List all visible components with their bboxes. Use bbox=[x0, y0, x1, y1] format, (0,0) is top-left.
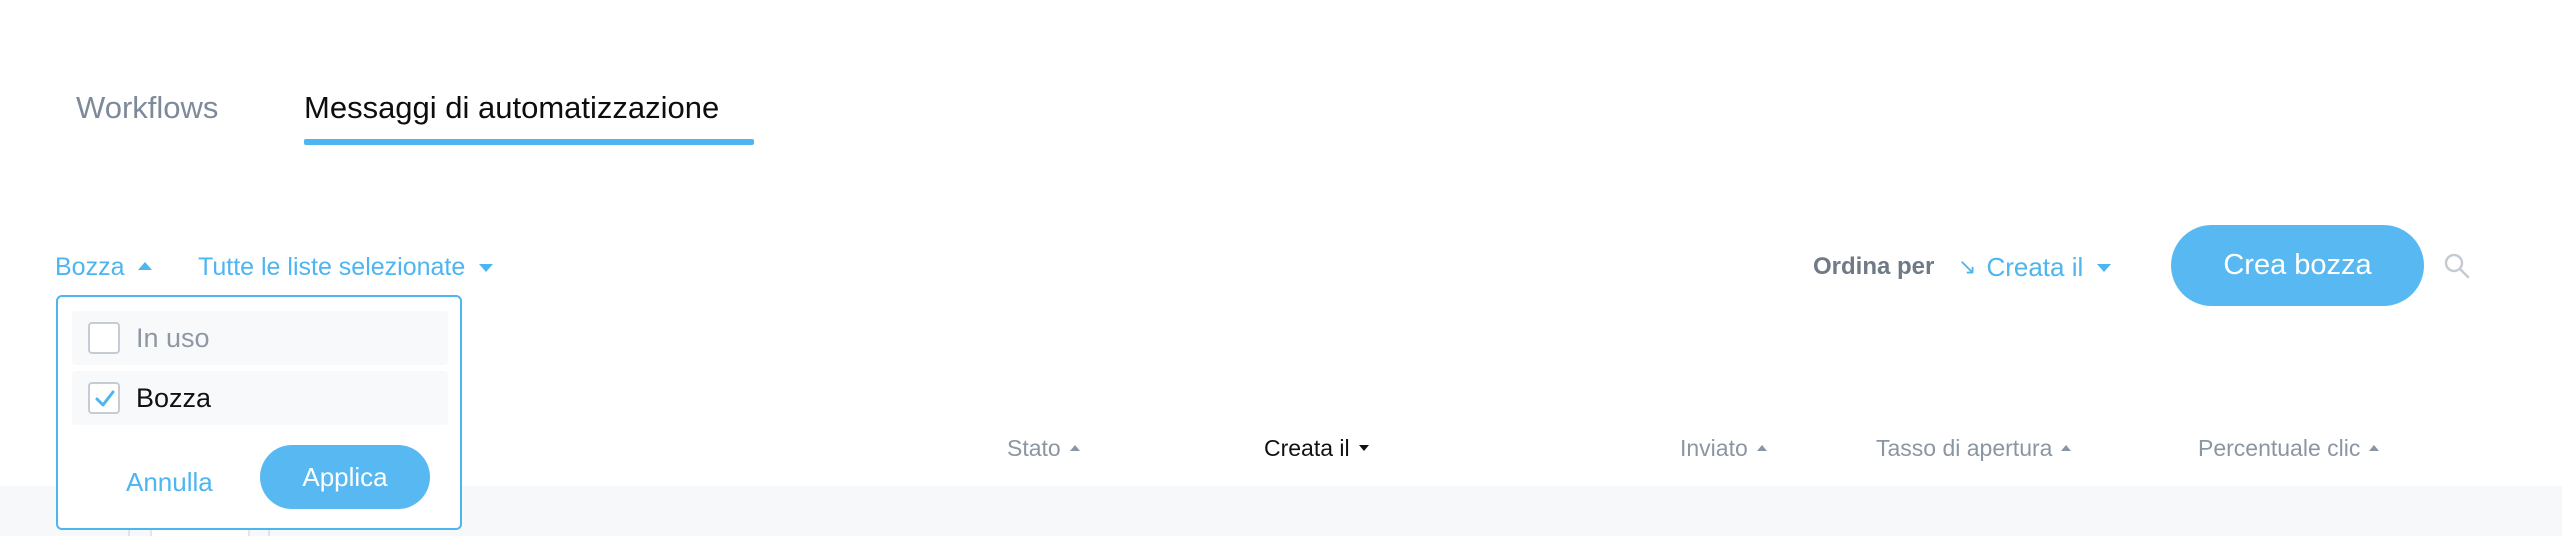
sort-up-icon bbox=[1069, 445, 1080, 451]
cancel-button[interactable]: Annulla bbox=[126, 465, 213, 499]
status-filter-dropdown[interactable]: Bozza bbox=[55, 250, 153, 284]
column-header-label: Inviato bbox=[1680, 435, 1748, 461]
column-header-tasso-apertura[interactable]: Tasso di apertura bbox=[1876, 433, 2072, 463]
sort-dropdown[interactable]: ↘ Creata il bbox=[1958, 250, 2112, 284]
tab-automation-messages[interactable]: Messaggi di automatizzazione bbox=[304, 88, 719, 128]
status-option-bozza[interactable]: Bozza bbox=[72, 371, 448, 425]
status-option-in-uso[interactable]: In uso bbox=[72, 311, 448, 365]
caret-up-icon bbox=[138, 262, 153, 270]
status-option-label: Bozza bbox=[136, 383, 212, 413]
column-header-stato[interactable]: Stato bbox=[1007, 433, 1080, 463]
active-tab-indicator bbox=[304, 139, 754, 145]
status-filter-label: Bozza bbox=[55, 253, 125, 281]
sort-down-icon bbox=[1358, 445, 1369, 451]
column-header-inviato[interactable]: Inviato bbox=[1680, 433, 1767, 463]
lists-filter-label: Tutte le liste selezionate bbox=[198, 253, 466, 281]
create-draft-button[interactable]: Crea bozza bbox=[2171, 225, 2424, 306]
automation-page: Workflows Messaggi di automatizzazione B… bbox=[0, 0, 2562, 536]
checkbox-in-uso[interactable] bbox=[88, 322, 120, 354]
sort-value-label: Creata il bbox=[1986, 252, 2084, 282]
caret-down-icon bbox=[2097, 264, 2112, 272]
apply-button[interactable]: Applica bbox=[260, 445, 430, 509]
check-icon bbox=[95, 390, 115, 407]
column-header-creata-il[interactable]: Creata il bbox=[1264, 433, 1369, 463]
sort-up-icon bbox=[2369, 445, 2380, 451]
column-header-percentuale-clic[interactable]: Percentuale clic bbox=[2198, 433, 2380, 463]
sort-up-icon bbox=[2061, 445, 2072, 451]
tab-workflows[interactable]: Workflows bbox=[76, 88, 218, 128]
sort-label: Ordina per bbox=[1813, 253, 1935, 280]
column-header-label: Stato bbox=[1007, 435, 1061, 461]
lists-filter-dropdown[interactable]: Tutte le liste selezionate bbox=[198, 250, 494, 284]
column-header-label: Tasso di apertura bbox=[1876, 435, 2053, 461]
sort-up-icon bbox=[1756, 445, 1767, 451]
search-icon[interactable] bbox=[2443, 252, 2471, 280]
column-header-label: Creata il bbox=[1264, 435, 1350, 461]
arrow-down-right-icon: ↘ bbox=[1958, 254, 1977, 279]
status-filter-panel: In uso Bozza Annulla Applica bbox=[56, 295, 462, 530]
status-option-label: In uso bbox=[136, 323, 210, 353]
caret-down-icon bbox=[479, 264, 494, 272]
checkbox-bozza[interactable] bbox=[88, 382, 120, 414]
column-header-label: Percentuale clic bbox=[2198, 435, 2361, 461]
